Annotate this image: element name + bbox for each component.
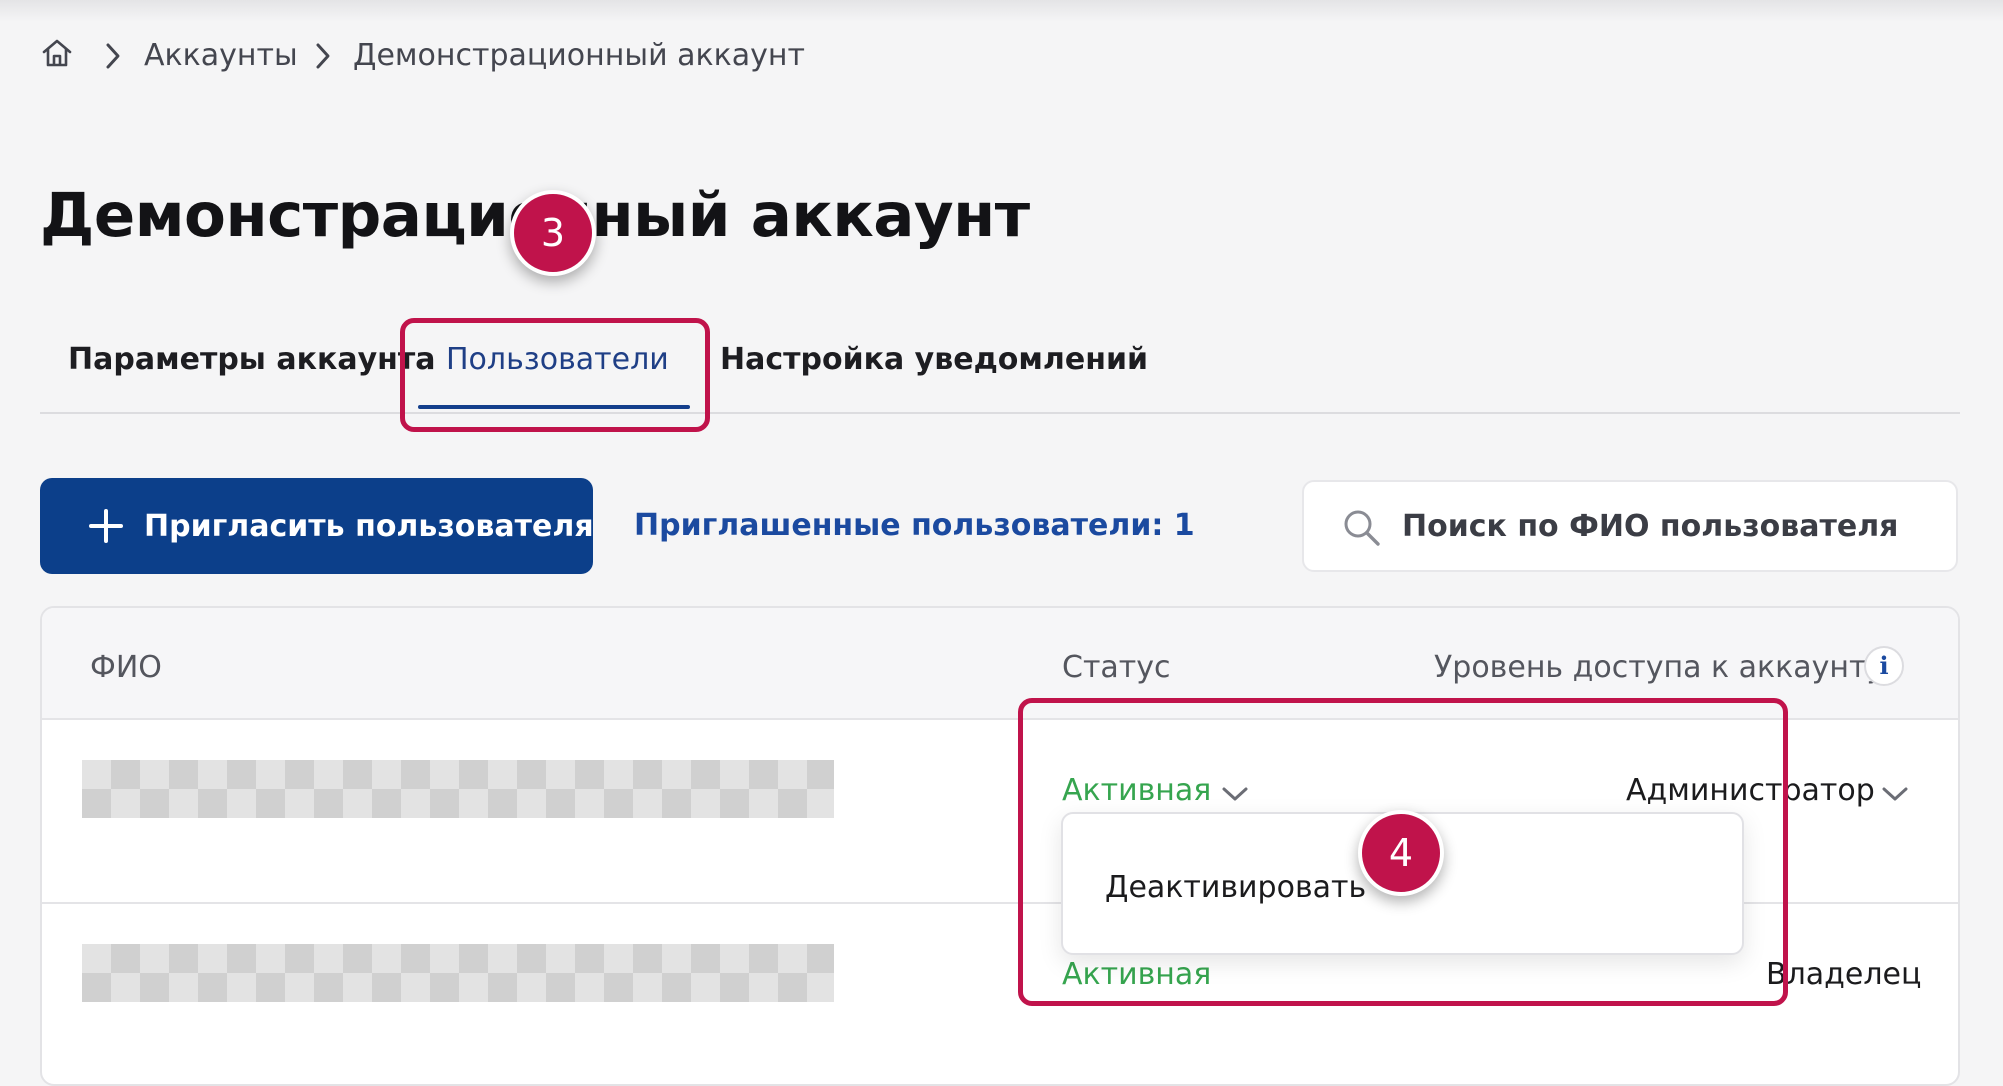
- home-icon[interactable]: [40, 36, 74, 70]
- step-badge-4: 4: [1358, 810, 1444, 896]
- search-box: [1302, 480, 1958, 572]
- access-level-text: Владелец: [1766, 957, 1922, 992]
- search-input[interactable]: [1402, 500, 1942, 552]
- tab-notification-settings[interactable]: Настройка уведомлений: [720, 342, 1148, 377]
- redacted-user-name: [82, 760, 834, 818]
- breadcrumb-current: Демонстрационный аккаунт: [353, 38, 805, 73]
- column-header-name: ФИО: [90, 650, 162, 685]
- invited-users-link[interactable]: Приглашенные пользователи: 1: [634, 508, 1195, 543]
- tabs-divider: [40, 412, 1960, 414]
- highlight-users-tab: [400, 318, 710, 432]
- breadcrumb-accounts-link[interactable]: Аккаунты: [144, 38, 298, 73]
- chevron-right-icon: [316, 43, 330, 69]
- invite-user-label: Пригласить пользователя: [144, 508, 594, 544]
- step-badge-3: 3: [510, 190, 596, 276]
- chevron-right-icon: [106, 43, 120, 69]
- invite-user-button[interactable]: Пригласить пользователя: [40, 478, 594, 574]
- column-header-status: Статус: [1062, 650, 1171, 685]
- top-shade: [0, 0, 2003, 22]
- search-icon: [1344, 510, 1380, 546]
- plus-icon: [89, 509, 123, 543]
- info-icon[interactable]: i: [1864, 646, 1904, 686]
- redacted-user-name: [82, 944, 834, 1002]
- chevron-down-icon[interactable]: [1880, 784, 1910, 804]
- tab-account-params[interactable]: Параметры аккаунта: [68, 342, 436, 377]
- column-header-access-level: Уровень доступа к аккаунту: [1434, 650, 1885, 685]
